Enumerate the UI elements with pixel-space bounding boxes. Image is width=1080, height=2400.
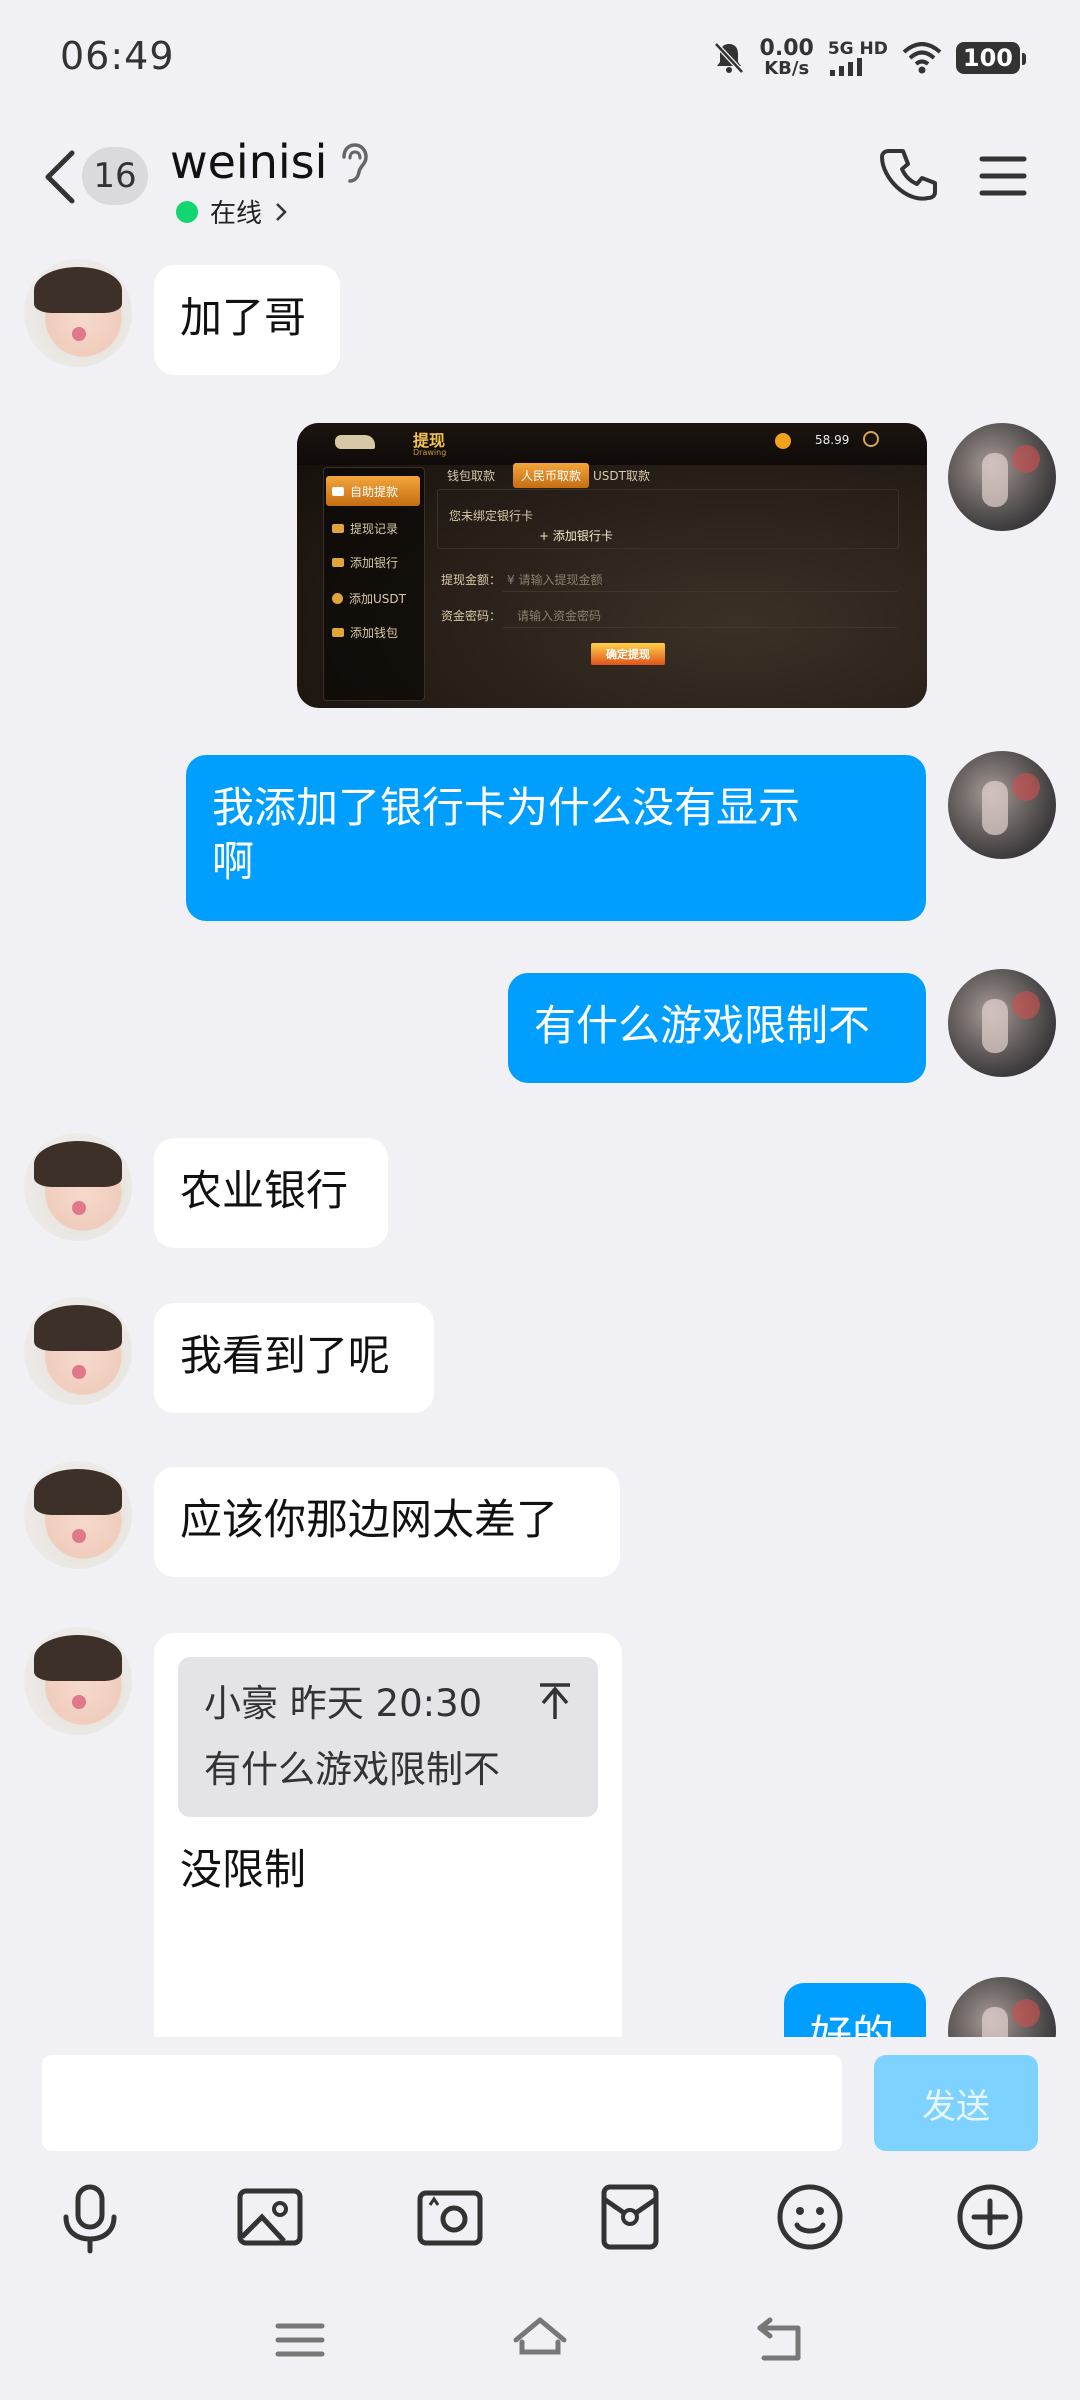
usdt-icon [332,593,343,604]
net-speed-unit: KB/s [764,58,810,79]
shot-side-item: 提现记录 [332,520,398,537]
my-avatar[interactable] [948,1977,1056,2037]
message-bubble-outgoing[interactable]: 我添加了银行卡为什么没有显示 啊 [186,755,926,921]
status-bar: 06:49 0.00 KB/s 5G HD 100 [0,0,1080,115]
message-image-screenshot[interactable]: 提现 Drawing 58.99 自助提款 提现记录 添加银行 添加USDT 添加… [297,423,927,708]
wifi-icon [902,42,942,74]
contact-avatar[interactable] [24,259,132,367]
my-avatar[interactable] [948,751,1056,859]
shot-side-label: 添加银行 [350,556,399,570]
network-hd: HD [859,39,888,59]
contact-avatar[interactable] [24,1133,132,1241]
shot-divider [503,627,897,628]
shot-password-placeholder: 请输入资金密码 [517,609,602,623]
shot-side-item: 添加银行 [332,554,398,571]
battery-indicator: 100 [955,42,1027,74]
message-bubble-outgoing[interactable]: 好的 [784,1983,926,2037]
signal-icon [829,58,862,76]
status-time: 06:49 [60,34,175,78]
shot-title: 提现 Drawing [413,427,446,457]
shot-divider [503,591,897,592]
back-nav-icon[interactable] [752,2312,808,2368]
unread-count-badge[interactable]: 16 [82,147,148,205]
shot-side-label: 添加USDT [349,592,406,606]
ear-icon[interactable] [336,141,370,187]
message-text-line: 我添加了银行卡为什么没有显示 [212,783,801,832]
emoji-icon[interactable] [770,2177,850,2257]
card-icon [332,486,344,496]
shot-side-label: 提现记录 [350,522,399,536]
mute-bell-icon [713,42,744,74]
refresh-icon [863,431,879,447]
my-avatar[interactable] [948,423,1056,531]
network-5g: 5G [827,39,854,59]
message-list[interactable]: 加了哥 提现 Drawing 58.99 自助提款 提现记录 添加银行 添加USD… [0,245,1080,2037]
network-type: 5G HD [828,40,888,76]
contact-avatar[interactable] [24,1627,132,1735]
scroll-to-original-icon[interactable] [538,1681,572,1721]
send-button[interactable]: 发送 [874,2055,1038,2151]
message-bubble-incoming[interactable]: 加了哥 [154,265,340,375]
chat-header: 16 weinisi 在线 [0,115,1080,245]
shot-side-item: 添加USDT [332,590,406,607]
message-text: 没限制 [180,1845,307,1894]
shot-side-label: 添加钱包 [350,626,399,640]
quote-text: 有什么游戏限制不 [204,1748,500,1791]
shot-subtitle: Drawing [413,448,447,457]
shot-side-item: 自助提款 [326,476,420,506]
network-label: 5G HD [828,40,888,58]
shot-tab-active: 人民币取款 [513,463,590,488]
back-arrow-icon[interactable] [38,145,82,209]
shot-side-item: 添加钱包 [332,624,398,641]
quote-header: 小豪 昨天 20:30 [204,1677,482,1731]
online-status[interactable]: 在线 [176,193,288,230]
message-bubble-incoming[interactable]: 小豪 昨天 20:30 有什么游戏限制不 没限制 [154,1633,622,2037]
quoted-message[interactable]: 小豪 昨天 20:30 有什么游戏限制不 [178,1657,598,1817]
shot-balance: 58.99 [815,433,850,447]
system-nav-bar [0,2280,1080,2400]
online-status-label: 在线 [210,199,263,229]
contact-avatar[interactable] [24,1297,132,1405]
status-icons: 0.00 KB/s 5G HD 100 [712,30,1027,86]
shot-no-card: 您未绑定银行卡 [449,509,534,523]
message-bubble-incoming[interactable]: 农业银行 [154,1138,388,1248]
shot-password-label: 资金密码： [441,609,502,623]
hamburger-menu-icon[interactable] [978,153,1028,199]
card-icon [332,524,344,533]
shot-sidebar: 自助提款 提现记录 添加银行 添加USDT 添加钱包 [323,467,425,701]
message-bubble-outgoing[interactable]: 有什么游戏限制不 [508,973,926,1083]
shot-amount-label: 提现金额： [441,573,502,587]
chevron-right-icon [276,202,287,221]
wallet-icon [332,628,344,637]
card-icon [332,558,344,567]
message-input[interactable] [42,2055,842,2151]
net-speed-value: 0.00 [759,36,814,61]
online-dot-icon [176,200,198,223]
home-icon[interactable] [512,2312,568,2368]
message-bubble-incoming[interactable]: 我看到了呢 [154,1303,434,1413]
shot-side-label: 自助提款 [350,484,399,499]
message-text-line: 啊 [212,837,255,886]
quote-time: 昨天 20:30 [289,1682,483,1725]
phone-call-icon[interactable] [880,145,940,205]
shot-tab: USDT取款 [593,469,650,483]
shot-amount-placeholder: ¥ 请输入提现金额 [507,573,603,587]
net-speed: 0.00 KB/s [760,38,814,78]
my-avatar[interactable] [948,969,1056,1077]
shot-logo [335,435,375,449]
plus-icon[interactable] [950,2177,1030,2257]
shot-confirm-button: 确定提现 [591,643,665,665]
contact-name[interactable]: weinisi [170,135,327,189]
camera-icon[interactable] [410,2177,490,2257]
shot-tab: 钱包取款 [447,469,496,483]
message-bubble-incoming[interactable]: 应该你那边网太差了 [154,1467,620,1577]
shot-add-card: + 添加银行卡 [539,529,613,543]
recents-menu-icon[interactable] [272,2312,328,2368]
quote-sender: 小豪 [204,1682,278,1725]
microphone-icon[interactable] [50,2177,130,2257]
coin-icon [775,433,791,449]
red-packet-icon[interactable] [590,2177,670,2257]
image-icon[interactable] [230,2177,310,2257]
contact-avatar[interactable] [24,1461,132,1569]
